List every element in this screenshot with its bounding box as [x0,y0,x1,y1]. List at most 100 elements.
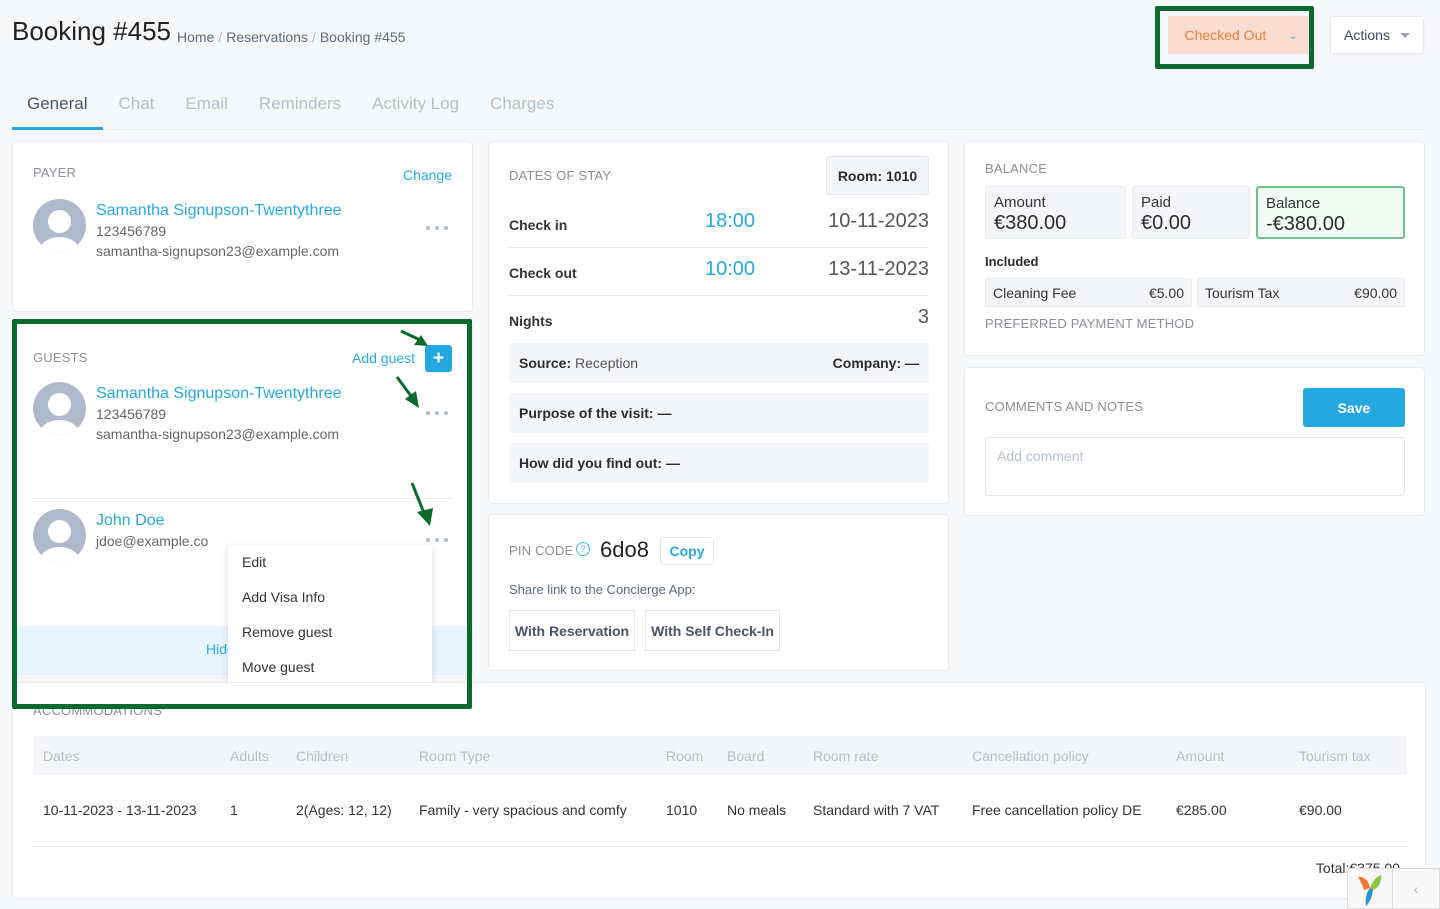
avatar [33,199,86,252]
column-header: Board [717,736,803,775]
purpose-value: — [657,405,672,421]
balance-label: Balance [1266,195,1321,212]
purpose-row: Purpose of the visit: — [509,393,929,433]
included-label: Included [985,254,1039,269]
page-title: Booking #455 [12,16,172,46]
nights-value: 3 [917,306,929,328]
payer-email: samantha-signupson23@example.com [96,243,340,259]
paid-label: Paid [1141,194,1172,211]
paid-box: Paid €0.00 [1132,186,1250,239]
balance-section-label: BALANCE [985,161,1048,176]
payer-card: PAYER Change Samantha Signupson-Twentyth… [12,141,473,312]
preferred-payment-label: PREFERRED PAYMENT METHOD [985,316,1195,331]
column-header: Tourism tax [1289,736,1406,775]
column-header: Room rate [803,736,962,775]
column-header: Dates [33,736,220,775]
tab-email[interactable]: Email [170,82,244,130]
balance-card: BALANCE Amount €380.00 Paid €0.00 Balanc… [964,141,1425,356]
breadcrumb-home[interactable]: Home [177,29,214,45]
balance-value: -€380.00 [1266,213,1345,235]
fee-value: €90.00 [1354,285,1397,301]
dates-of-stay-card: DATES OF STAY Room: 1010 Check in 18:00 … [488,141,949,504]
check-in-label: Check in [509,217,568,233]
check-out-label: Check out [509,265,577,281]
tab-general[interactable]: General [12,82,104,130]
chevron-left-icon[interactable]: ‹ [1393,869,1439,908]
fee-item: Cleaning Fee €5.00 [985,278,1192,307]
cell-amount: €285.00 [1166,775,1289,847]
column-header: Children [286,736,409,775]
fee-label: Tourism Tax [1205,285,1280,301]
payer-name[interactable]: Samantha Signupson-Twentythree [96,202,341,220]
annotation-highlight-box [12,319,472,709]
amount-box: Amount €380.00 [985,186,1126,239]
copy-pin-button[interactable]: Copy [660,537,714,565]
cell-room-type: Family - very spacious and comfy [409,775,656,847]
column-header: Room [656,736,717,775]
change-payer-link[interactable]: Change [403,167,452,183]
payer-section-label: PAYER [33,165,77,180]
cell-cancellation-policy: Free cancellation policy DE [962,775,1166,847]
share-with-reservation-button[interactable]: With Reservation [509,610,635,651]
yii-logo-icon[interactable] [1348,869,1393,908]
breadcrumb-current: Booking #455 [319,29,406,45]
check-out-date: 13-11-2023 [828,258,929,280]
accommodations-card: ACCOMMODATIONS Dates Adults Children Roo… [12,682,1426,899]
nights-row: Nights 3 [509,296,929,344]
fee-label: Cleaning Fee [993,285,1077,301]
annotation-highlight-box [1155,6,1314,69]
check-in-time[interactable]: 18:00 [705,210,755,233]
breadcrumb-separator: / [218,29,223,45]
tab-charges[interactable]: Charges [475,82,570,130]
tab-activity-log[interactable]: Activity Log [357,82,475,130]
comment-input[interactable] [985,437,1405,496]
table-row: 10-11-2023 - 13-11-2023 1 2(Ages: 12, 12… [33,775,1406,847]
breadcrumb-separator: / [311,29,316,45]
tab-reminders[interactable]: Reminders [244,82,357,130]
paid-value: €0.00 [1141,212,1192,234]
company-value: — [905,355,919,371]
cell-room-rate: Standard with 7 VAT [803,775,962,847]
help-icon[interactable]: ? [576,542,590,556]
column-header: Amount [1166,736,1289,775]
share-with-self-check-in-button[interactable]: With Self Check-In [645,610,780,651]
company-label: Company: [832,355,902,371]
fee-item: Tourism Tax €90.00 [1197,278,1405,307]
tab-chat[interactable]: Chat [103,82,170,130]
comments-section-label: COMMENTS AND NOTES [985,399,1144,414]
find-out-value: — [665,455,680,471]
breadcrumb: Home / Reservations / Booking #455 [177,29,405,45]
fee-value: €5.00 [1148,285,1184,301]
caret-down-icon [1399,32,1410,38]
column-header: Room Type [409,736,656,775]
dates-section-label: DATES OF STAY [509,168,612,183]
cell-adults: 1 [220,775,286,847]
pin-code-value: 6do8 [600,537,649,562]
source-label: Source: [519,355,572,371]
save-comment-button[interactable]: Save [1303,388,1405,427]
balance-box: Balance -€380.00 [1256,186,1405,239]
room-badge: Room: 1010 [826,156,929,195]
pin-code-card: PIN CODE ? 6do8 Copy Share link to the C… [488,514,949,671]
breadcrumb-reservations[interactable]: Reservations [226,29,308,45]
cell-tourism-tax: €90.00 [1289,775,1406,847]
payer-phone: 123456789 [96,223,167,239]
source-value: Reception [575,355,639,371]
amount-value: €380.00 [994,212,1067,234]
cell-children: 2(Ages: 12, 12) [286,775,409,847]
source-row: Source: Reception Company: — [509,343,929,383]
debug-toolbar[interactable]: ‹ [1347,868,1440,909]
cell-board: No meals [717,775,803,847]
check-out-time[interactable]: 10:00 [705,258,755,281]
comments-card: COMMENTS AND NOTES Save [964,367,1425,516]
actions-label: Actions [1344,27,1390,43]
check-in-row: Check in 18:00 10-11-2023 [509,200,929,248]
cell-dates: 10-11-2023 - 13-11-2023 [33,775,220,847]
actions-dropdown[interactable]: Actions [1330,16,1424,54]
table-header-row: Dates Adults Children Room Type Room Boa… [33,736,1406,775]
cell-room: 1010 [656,775,717,847]
check-in-date: 10-11-2023 [828,210,929,232]
purpose-label: Purpose of the visit: [519,405,654,421]
tab-bar: General Chat Email Reminders Activity Lo… [12,82,1426,130]
more-options-icon[interactable] [426,222,448,234]
